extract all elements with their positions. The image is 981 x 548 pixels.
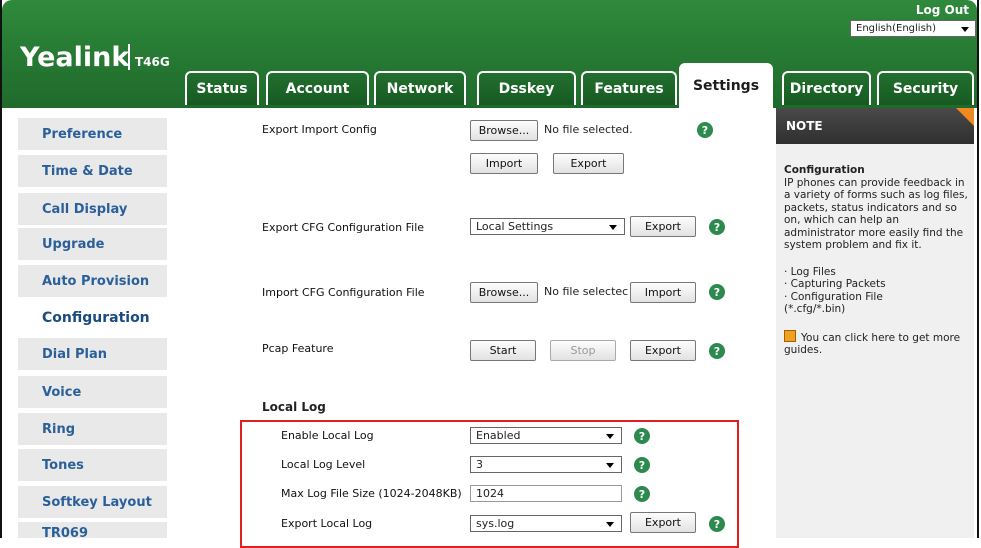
enable-local-log-label: Enable Local Log: [281, 429, 374, 442]
export-cfg-select[interactable]: Local Settings: [470, 218, 625, 235]
sidebar-item-auto-provision[interactable]: Auto Provision: [18, 265, 167, 297]
header-bar: Yealink T46G Log Out English(English) St…: [2, 0, 977, 108]
sidebar-item-upgrade[interactable]: Upgrade: [18, 228, 167, 260]
tab-settings[interactable]: Settings: [679, 63, 773, 108]
file-status: No file selected.: [544, 123, 633, 136]
sidebar-item-call-display[interactable]: Call Display: [18, 193, 167, 225]
guide-text: You can click here to get more guides.: [784, 331, 961, 357]
tab-network[interactable]: Network: [374, 71, 466, 105]
note-text: IP phones can provide feedback in a vari…: [784, 176, 968, 252]
export-button[interactable]: Export: [553, 153, 624, 174]
local-log-level-select[interactable]: 3: [470, 456, 622, 473]
yealink-logo: Yealink: [20, 42, 130, 73]
import-cfg-browse-button[interactable]: Browse...: [470, 282, 538, 303]
sidebar-item-ring[interactable]: Ring: [18, 413, 167, 445]
note-corner-icon: [956, 108, 974, 126]
chevron-down-icon: [609, 225, 617, 230]
export-import-config-label: Export Import Config: [262, 123, 377, 136]
pcap-export-button[interactable]: Export: [630, 340, 696, 361]
export-local-log-value: sys.log: [476, 517, 515, 530]
logout-link[interactable]: Log Out: [916, 3, 969, 17]
chevron-down-icon: [606, 463, 614, 468]
help-icon[interactable]: ?: [697, 122, 713, 138]
export-cfg-button[interactable]: Export: [630, 216, 696, 237]
help-icon[interactable]: ?: [634, 486, 650, 502]
chevron-down-icon: [606, 522, 614, 527]
export-local-log-label: Export Local Log: [281, 517, 373, 530]
export-cfg-label: Export CFG Configuration File: [262, 221, 425, 234]
model-label: T46G: [135, 55, 170, 69]
book-icon: [784, 329, 796, 342]
guide-link[interactable]: You can click here to get more guides.: [784, 329, 970, 357]
sidebar-item-tr069[interactable]: TR069: [18, 522, 167, 538]
help-icon[interactable]: ?: [634, 428, 650, 444]
note-heading: Configuration: [784, 164, 865, 176]
local-log-level-label: Local Log Level: [281, 458, 366, 471]
help-icon[interactable]: ?: [709, 516, 725, 532]
sidebar-item-time-date[interactable]: Time & Date: [18, 155, 167, 187]
local-log-level-value: 3: [476, 458, 483, 471]
logo-divider: [128, 44, 130, 70]
export-local-log-button[interactable]: Export: [630, 512, 696, 533]
language-value: English(English): [856, 23, 937, 34]
enable-local-log-value: Enabled: [476, 429, 521, 442]
enable-local-log-select[interactable]: Enabled: [470, 427, 622, 444]
help-icon[interactable]: ?: [634, 457, 650, 473]
note-bullet: · Configuration File: [784, 290, 883, 303]
sidebar-item-voice[interactable]: Voice: [18, 376, 167, 408]
import-cfg-file-status: No file selectec: [544, 285, 629, 298]
note-body: Configuration IP phones can provide feed…: [784, 164, 970, 357]
tab-security[interactable]: Security: [877, 71, 974, 105]
sidebar-item-configuration[interactable]: Configuration: [18, 302, 167, 334]
browse-button[interactable]: Browse...: [470, 120, 538, 141]
sidebar-item-preference[interactable]: Preference: [18, 118, 167, 150]
tab-account[interactable]: Account: [266, 71, 369, 105]
language-select[interactable]: English(English): [850, 20, 976, 37]
sidebar: Preference Time & Date Call Display Upgr…: [18, 108, 167, 538]
note-bullet: (*.cfg/*.bin): [784, 303, 846, 315]
import-cfg-label: Import CFG Configuration File: [262, 286, 425, 299]
tab-status[interactable]: Status: [185, 71, 259, 105]
pcap-start-button[interactable]: Start: [470, 340, 536, 361]
export-local-log-select[interactable]: sys.log: [470, 515, 622, 532]
help-icon[interactable]: ?: [709, 219, 725, 235]
help-icon[interactable]: ?: [709, 284, 725, 300]
tab-dsskey[interactable]: Dsskey: [477, 71, 576, 105]
sidebar-item-dial-plan[interactable]: Dial Plan: [18, 338, 167, 370]
pcap-stop-button[interactable]: Stop: [550, 340, 616, 361]
tab-features[interactable]: Features: [581, 71, 677, 105]
chevron-down-icon: [606, 434, 614, 439]
main-content: Export Import Config Browse... No file s…: [168, 108, 774, 548]
max-log-file-size-label: Max Log File Size (1024-2048KB): [281, 487, 462, 500]
export-cfg-select-value: Local Settings: [476, 220, 554, 233]
note-header: NOTE: [776, 108, 974, 144]
note-panel: NOTE Configuration IP phones can provide…: [776, 108, 974, 538]
pcap-feature-label: Pcap Feature: [262, 342, 334, 355]
sidebar-item-softkey-layout[interactable]: Softkey Layout: [18, 486, 167, 518]
local-log-title: Local Log: [262, 400, 326, 414]
note-bullet: · Capturing Packets: [784, 278, 886, 290]
chevron-down-icon: [961, 27, 969, 32]
sidebar-item-tones[interactable]: Tones: [18, 449, 167, 481]
help-icon[interactable]: ?: [709, 343, 725, 359]
max-log-file-size-input[interactable]: 1024: [470, 485, 622, 502]
note-bullet: · Log Files: [784, 265, 836, 278]
import-cfg-button[interactable]: Import: [630, 282, 696, 303]
import-button[interactable]: Import: [470, 153, 538, 174]
tab-directory[interactable]: Directory: [782, 71, 871, 105]
